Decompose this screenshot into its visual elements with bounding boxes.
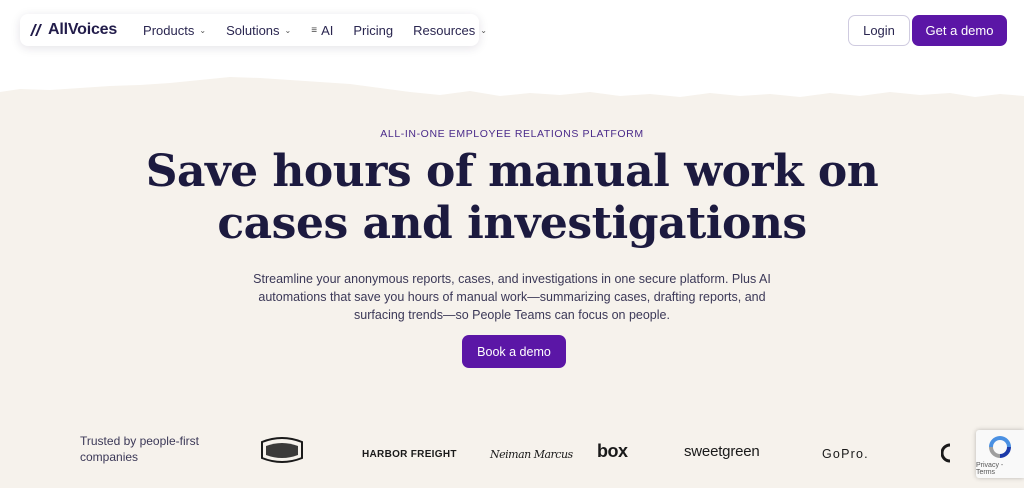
harbor-freight-logo: HARBOR FREIGHT [362,448,457,460]
allvoices-logo[interactable]: AllVoices [30,21,117,39]
allvoices-logo-icon [30,24,42,36]
nav-ai[interactable]: ≡ AI [311,23,333,38]
recaptcha-icon [989,435,1011,458]
nav-resources[interactable]: Resources ⌄ [413,23,487,38]
nav-ai-label: AI [321,22,334,38]
box-logo: box [597,440,628,461]
logo-text: AllVoices [48,21,118,38]
book-demo-button[interactable]: Book a demo [462,335,566,368]
chevron-down-icon: ⌄ [480,25,487,35]
chevron-down-icon: ⌄ [284,25,292,35]
menu-lines-icon: ≡ [311,24,317,36]
trusted-label: Trusted by people-first companies [80,434,199,464]
partial-logo [941,436,951,470]
gopro-logo: GoPro. [822,447,869,461]
nav-products-label: Products [143,22,195,38]
hero-headline: Save hours of manual work on cases and i… [112,146,912,250]
hero-eyebrow: ALL-IN-ONE EMPLOYEE RELATIONS PLATFORM [380,128,644,140]
nav-pricing[interactable]: Pricing [353,23,393,38]
nav-pricing-label: Pricing [353,22,394,38]
chevron-down-icon: ⌄ [199,25,207,35]
login-button[interactable]: Login [848,15,910,46]
headline-line-1: Save hours of manual work on [145,146,879,197]
recaptcha-badge[interactable]: Privacy - Terms [976,430,1024,478]
recaptcha-footer: Privacy - Terms [976,461,1004,476]
nav-solutions-label: Solutions [226,22,280,38]
get-demo-button[interactable]: Get a demo [912,15,1007,46]
cracker-barrel-logo [258,434,306,468]
neiman-marcus-logo: Neiman Marcus [490,447,573,461]
hero-subtext: Streamline your anonymous reports, cases… [253,272,771,322]
sweetgreen-logo: sweetgreen [684,442,760,460]
nav-solutions[interactable]: Solutions ⌄ [226,23,291,38]
nav-products[interactable]: Products ⌄ [143,23,206,38]
nav-resources-label: Resources [413,22,476,38]
headline-line-2: cases and investigations [217,198,807,249]
main-nav: AllVoices Products ⌄ Solutions ⌄ ≡ AI Pr… [20,14,487,46]
